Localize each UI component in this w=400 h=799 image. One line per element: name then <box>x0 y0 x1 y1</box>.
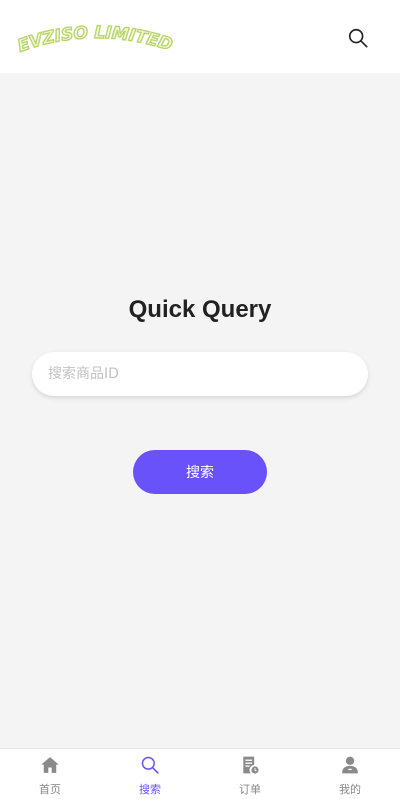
nav-label-home: 首页 <box>39 783 61 796</box>
page: EVZISO LIMITED Quick Query 搜索 首页 <box>0 0 400 799</box>
nav-item-search[interactable]: 搜索 <box>100 749 200 799</box>
search-icon <box>139 754 161 776</box>
nav-item-home[interactable]: 首页 <box>0 749 100 799</box>
nav-item-orders[interactable]: 订单 <box>200 749 300 799</box>
page-title: Quick Query <box>128 296 272 323</box>
search-submit-button[interactable]: 搜索 <box>133 450 267 494</box>
search-icon <box>348 28 368 48</box>
nav-label-orders: 订单 <box>239 783 261 796</box>
order-icon <box>239 754 261 776</box>
user-icon <box>339 754 361 776</box>
brand-logo[interactable]: EVZISO LIMITED <box>14 22 178 62</box>
svg-text:EVZISO LIMITED: EVZISO LIMITED <box>15 23 175 57</box>
header-search-button[interactable] <box>344 24 372 52</box>
product-id-search-input[interactable] <box>32 352 368 396</box>
nav-label-profile: 我的 <box>339 783 361 796</box>
header: EVZISO LIMITED <box>0 0 400 73</box>
nav-item-profile[interactable]: 我的 <box>300 749 400 799</box>
nav-label-search: 搜索 <box>139 783 161 796</box>
home-icon <box>39 754 61 776</box>
bottom-nav: 首页 搜索 订单 我的 <box>0 748 400 799</box>
